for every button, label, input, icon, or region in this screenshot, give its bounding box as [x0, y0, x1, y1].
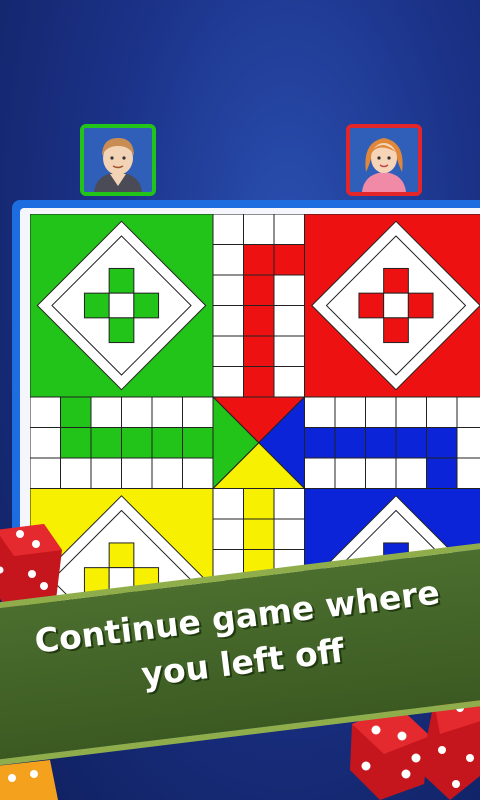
track-cell	[304, 457, 336, 489]
track-cell	[273, 335, 305, 367]
token-pad-cell	[383, 317, 409, 344]
track-cell	[30, 427, 61, 459]
track-cell	[60, 427, 92, 459]
track-cell	[212, 214, 244, 245]
token-pad-cell	[83, 292, 110, 319]
player-avatar-green[interactable]	[80, 124, 156, 196]
track-cell	[273, 366, 305, 398]
token-pad-cell	[108, 292, 135, 319]
track-cell	[243, 274, 275, 306]
track-cell	[121, 457, 153, 489]
track-cell	[273, 214, 305, 245]
player-avatar-red[interactable]	[346, 124, 422, 196]
track-cell	[60, 457, 92, 489]
track-cell	[121, 396, 153, 428]
track-cell	[212, 244, 244, 276]
token-pad-cell	[108, 267, 135, 294]
track-cell	[182, 457, 214, 489]
track-cell	[273, 244, 305, 276]
track-cell	[334, 457, 366, 489]
track-cell	[212, 518, 244, 550]
track-cell	[273, 518, 305, 550]
track-cell	[456, 427, 480, 459]
track-cell	[90, 427, 122, 459]
track-cell	[334, 427, 366, 459]
track-cell	[30, 396, 61, 428]
track-cell	[243, 244, 275, 276]
track-cell	[121, 427, 153, 459]
track-cell	[60, 396, 92, 428]
track-cell	[395, 427, 427, 459]
track-cell	[426, 396, 458, 428]
track-cell	[212, 488, 244, 520]
track-cell	[243, 214, 275, 245]
track-cell	[151, 396, 183, 428]
track-cell	[243, 366, 275, 398]
token-pad-cell	[383, 267, 409, 294]
token-pad-cell	[108, 317, 135, 344]
track-cell	[456, 457, 480, 489]
track-cell	[151, 457, 183, 489]
track-cell	[304, 396, 336, 428]
track-cell	[273, 305, 305, 337]
track-cell	[273, 274, 305, 306]
track-cell	[90, 457, 122, 489]
token-pad-cell	[358, 292, 385, 319]
avatar-woman-icon	[350, 128, 418, 192]
token-pad-cell	[133, 292, 160, 319]
track-cell	[456, 396, 480, 428]
track-cell	[212, 305, 244, 337]
track-cell	[365, 457, 397, 489]
track-cell	[30, 457, 61, 489]
track-cell	[395, 396, 427, 428]
track-cell	[212, 335, 244, 367]
token-pad-cell	[108, 542, 135, 569]
token-pad-cell	[383, 292, 409, 319]
track-cell	[212, 274, 244, 306]
avatar-man-icon	[84, 128, 152, 192]
track-cell	[182, 396, 214, 428]
track-cell	[243, 335, 275, 367]
track-cell	[212, 366, 244, 398]
track-cell	[304, 427, 336, 459]
track-cell	[243, 305, 275, 337]
track-cell	[426, 427, 458, 459]
track-cell	[273, 488, 305, 520]
track-cell	[90, 396, 122, 428]
track-cell	[243, 488, 275, 520]
track-cell	[334, 396, 366, 428]
track-cell	[426, 457, 458, 489]
track-cell	[151, 427, 183, 459]
track-cell	[365, 396, 397, 428]
track-cell	[243, 518, 275, 550]
track-cell	[365, 427, 397, 459]
token-pad-cell	[407, 292, 434, 319]
dice-bottom-left-icon	[0, 760, 58, 800]
track-cell	[182, 427, 214, 459]
track-cell	[395, 457, 427, 489]
